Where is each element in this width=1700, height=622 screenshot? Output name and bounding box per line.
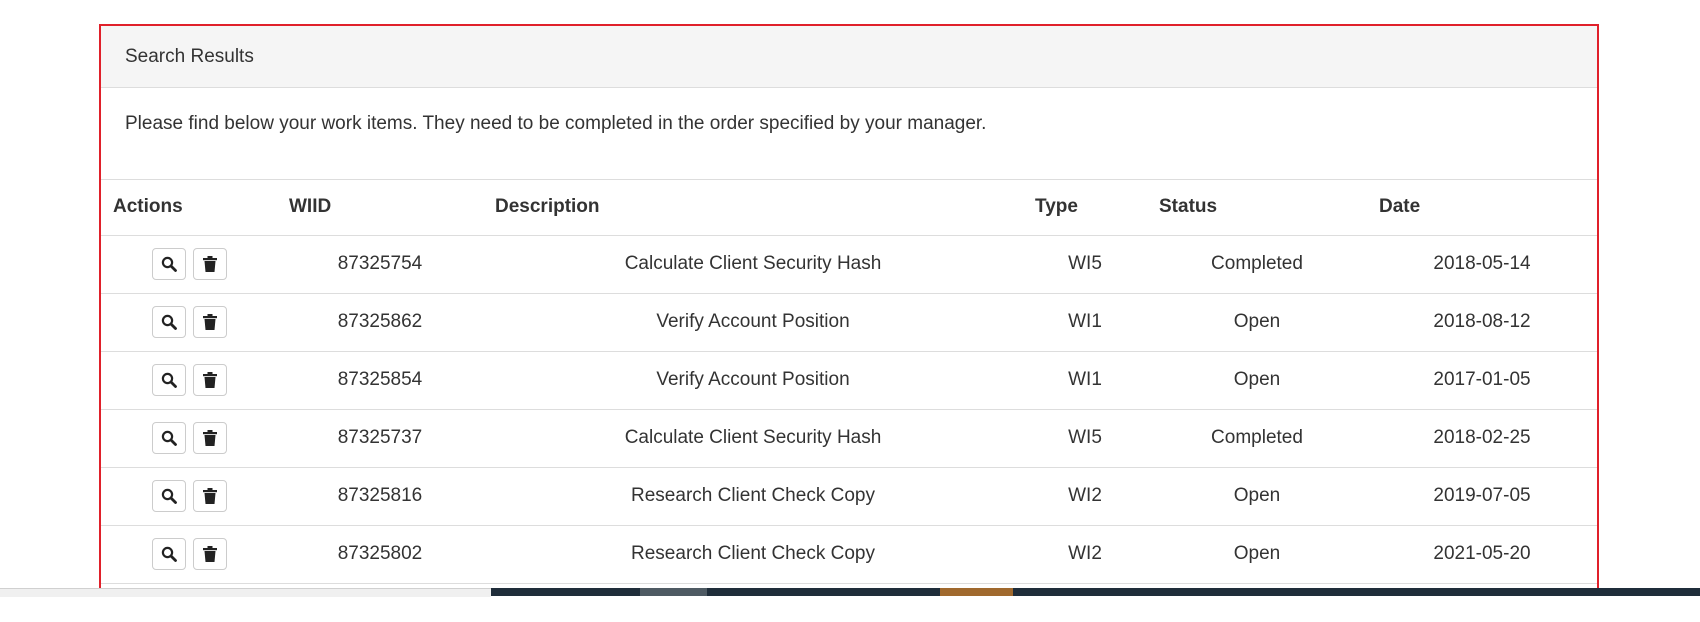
date-cell: 2017-01-05 [1367,351,1597,410]
actions-cell [101,235,277,294]
trash-icon [202,314,217,330]
type-cell: WI1 [1023,293,1147,352]
trash-icon [202,546,217,562]
table-row: 87325816 Research Client Check Copy WI2 … [101,467,1597,526]
delete-button[interactable] [192,538,227,570]
search-icon [161,430,177,446]
date-cell: 2018-02-25 [1367,409,1597,468]
wiid-cell: 87325802 [277,525,483,584]
search-icon [161,546,177,562]
wiid-cell: 87325754 [277,235,483,294]
date-cell: 2019-07-05 [1367,467,1597,526]
table-row: 87325802 Research Client Check Copy WI2 … [101,525,1597,584]
header-description: Description [483,180,1023,236]
date-cell: 2018-08-12 [1367,293,1597,352]
header-type: Type [1023,180,1147,236]
status-cell: Completed [1147,409,1367,468]
delete-button[interactable] [192,422,227,454]
wiid-cell: 87325854 [277,351,483,410]
trash-icon [202,488,217,504]
actions-cell [101,293,277,352]
status-cell: Open [1147,525,1367,584]
delete-button[interactable] [192,248,227,280]
wiid-cell: 87325862 [277,293,483,352]
trash-icon [202,256,217,272]
trash-icon [202,372,217,388]
header-actions: Actions [101,180,277,236]
description-cell: Verify Account Position [483,351,1023,410]
actions-cell [101,467,277,526]
search-icon [161,488,177,504]
view-button[interactable] [151,248,186,280]
type-cell: WI5 [1023,409,1147,468]
panel-description: Please find below your work items. They … [125,113,987,134]
description-cell: Verify Account Position [483,293,1023,352]
work-items-table: Actions WIID Description Type Status Dat… [101,180,1597,584]
panel-title: Search Results [125,45,254,67]
description-cell: Calculate Client Security Hash [483,409,1023,468]
type-cell: WI2 [1023,467,1147,526]
header-status: Status [1147,180,1367,236]
view-button[interactable] [151,422,186,454]
table-row: 87325754 Calculate Client Security Hash … [101,235,1597,294]
trash-icon [202,430,217,446]
search-icon [161,372,177,388]
actions-cell [101,409,277,468]
panel-body: Please find below your work items. They … [101,88,1597,180]
actions-cell [101,525,277,584]
status-cell: Open [1147,467,1367,526]
table-row: 87325862 Verify Account Position WI1 Ope… [101,293,1597,352]
status-cell: Open [1147,293,1367,352]
wiid-cell: 87325737 [277,409,483,468]
view-button[interactable] [151,538,186,570]
type-cell: WI1 [1023,351,1147,410]
table-row: 87325737 Calculate Client Security Hash … [101,409,1597,468]
status-cell: Completed [1147,235,1367,294]
type-cell: WI2 [1023,525,1147,584]
panel-heading: Search Results [101,26,1597,88]
date-cell: 2018-05-14 [1367,235,1597,294]
date-cell: 2021-05-20 [1367,525,1597,584]
actions-cell [101,351,277,410]
description-cell: Calculate Client Security Hash [483,235,1023,294]
table-row: 87325854 Verify Account Position WI1 Ope… [101,351,1597,410]
view-button[interactable] [151,480,186,512]
search-icon [161,256,177,272]
view-button[interactable] [151,306,186,338]
taskbar-app-button[interactable] [640,588,707,596]
header-wiid: WIID [277,180,483,236]
taskbar-app-button[interactable] [940,588,1013,596]
description-cell: Research Client Check Copy [483,525,1023,584]
wiid-cell: 87325816 [277,467,483,526]
delete-button[interactable] [192,364,227,396]
search-icon [161,314,177,330]
delete-button[interactable] [192,480,227,512]
header-date: Date [1367,180,1597,236]
view-button[interactable] [151,364,186,396]
search-results-panel: Search Results Please find below your wo… [99,24,1599,598]
delete-button[interactable] [192,306,227,338]
type-cell: WI5 [1023,235,1147,294]
taskbar-strip [0,588,1700,622]
table-header-row: Actions WIID Description Type Status Dat… [101,180,1597,236]
taskbar-light-segment [0,588,491,597]
status-cell: Open [1147,351,1367,410]
description-cell: Research Client Check Copy [483,467,1023,526]
